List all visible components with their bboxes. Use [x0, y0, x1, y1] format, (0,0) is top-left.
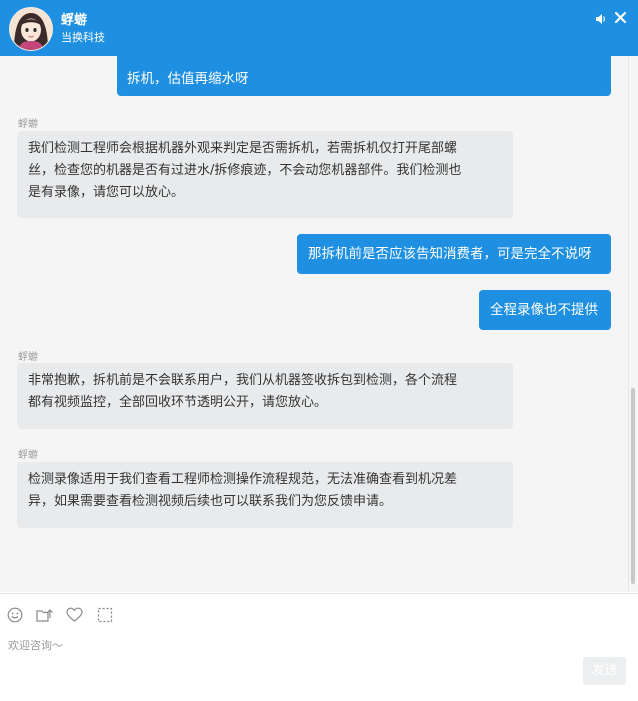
message-line: 都有视频监控，全部回收环节透明公开，请您放心。: [28, 395, 328, 410]
sender-name: 蜉蝣: [18, 450, 38, 461]
close-icon[interactable]: [614, 9, 627, 28]
message-list[interactable]: 拆机，估值再缩水呀 蜉蝣 我们检测工程师会根据机器外观来判定是否需拆机，若需拆机…: [0, 56, 628, 592]
message-outgoing: 拆机，估值再缩水呀: [117, 56, 611, 96]
message-text: 拆机，估值再缩水呀: [127, 71, 249, 87]
message-input[interactable]: 欢迎咨询～: [8, 637, 63, 653]
screenshot-icon[interactable]: [97, 607, 113, 627]
message-line: 是有录像，请您可以放心。: [28, 185, 185, 200]
message-bubble: 拆机，估值再缩水呀: [117, 56, 611, 96]
send-button[interactable]: 发送: [583, 657, 626, 685]
message-bubble: 我们检测工程师会根据机器外观来判定是否需拆机，若需拆机仅打开尾部螺 丝，检查您的…: [17, 131, 513, 218]
sender-name: 蜉蝣: [18, 119, 38, 130]
message-bubble: 非常抱歉，拆机前是不会联系用户，我们从机器签收拆包到检测，各个流程 都有视频监控…: [17, 363, 513, 429]
avatar: [9, 7, 53, 51]
sound-icon[interactable]: [595, 10, 607, 29]
chat-header: 蜉蝣 当换科技: [0, 0, 638, 56]
composer: [0, 593, 638, 701]
agent-name: 蜉蝣: [61, 13, 88, 28]
message-line: 我们检测工程师会根据机器外观来判定是否需拆机，若需拆机仅打开尾部螺: [28, 141, 458, 156]
message-bubble: 全程录像也不提供: [479, 290, 611, 330]
message-bubble: 检测录像适用于我们查看工程师检测操作流程规范，无法准确查看到机况差 异，如果需要…: [17, 462, 513, 528]
upload-file-icon[interactable]: [36, 607, 54, 627]
message-line: 非常抱歉，拆机前是不会联系用户，我们从机器签收拆包到检测，各个流程: [28, 373, 458, 388]
message-text: 那拆机前是否应该告知消费者，可是完全不说呀: [308, 246, 592, 262]
message-line: 异，如果需要查看检测视频后续也可以联系我们为您反馈申请。: [28, 494, 393, 509]
message-bubble: 那拆机前是否应该告知消费者，可是完全不说呀: [297, 234, 611, 274]
emoji-icon[interactable]: [7, 607, 23, 627]
message-text: 全程录像也不提供: [490, 302, 598, 318]
message-line: 丝，检查您的机器是否有过进水/拆修痕迹，不会动您机器部件。我们检测也: [28, 163, 462, 178]
message-line: 检测录像适用于我们查看工程师检测操作流程规范，无法准确查看到机况差: [28, 472, 458, 487]
agent-company: 当换科技: [61, 31, 105, 44]
scrollbar-thumb[interactable]: [631, 388, 635, 584]
sender-name: 蜉蝣: [18, 352, 38, 363]
heart-icon[interactable]: [66, 607, 83, 627]
